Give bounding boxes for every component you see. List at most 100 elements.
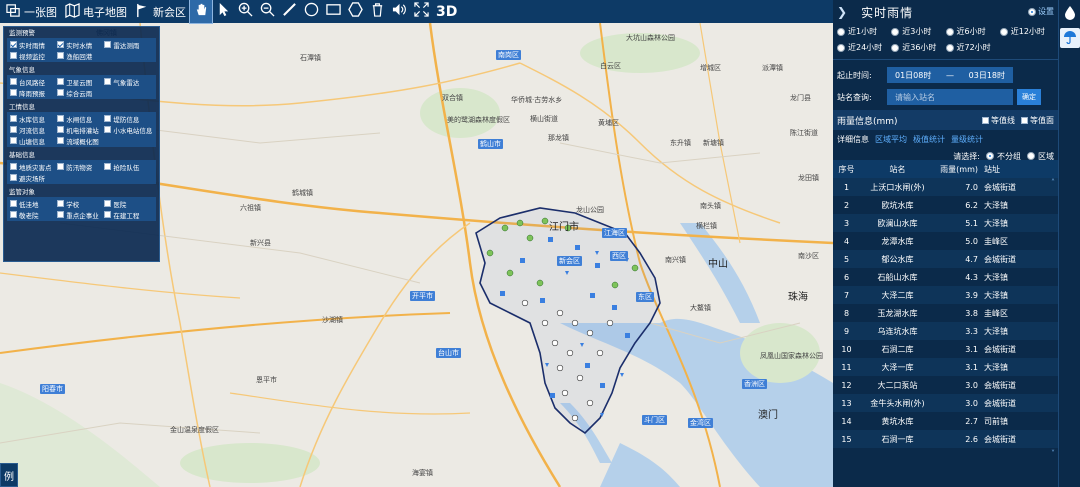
time-range-option[interactable]: 近24小时	[837, 42, 891, 53]
time-range-option[interactable]: 近3小时	[891, 26, 945, 37]
draw-polygon-button[interactable]	[344, 0, 366, 23]
layer-checkbox[interactable]	[10, 78, 17, 85]
layer-item[interactable]: 降雨预报	[10, 88, 57, 97]
layer-item[interactable]: 山塘信息	[10, 136, 57, 145]
layer-checkbox[interactable]	[57, 89, 65, 96]
col-rain[interactable]: 雨量(mm)	[935, 164, 982, 175]
group-none-radio[interactable]	[986, 152, 994, 160]
one-map-button[interactable]: 一张图	[2, 0, 61, 23]
table-row[interactable]: 11 大泽一库 3.1 大泽镇	[833, 358, 1058, 376]
layer-checkbox[interactable]	[10, 89, 17, 96]
pan-tool-button[interactable]	[189, 0, 213, 24]
time-range-option[interactable]: 近12小时	[999, 26, 1054, 37]
time-range-radio[interactable]	[837, 27, 845, 36]
layer-checkbox[interactable]	[57, 211, 65, 218]
table-row[interactable]: 8 玉龙湖水库 3.8 圭峰区	[833, 304, 1058, 322]
fullscreen-button[interactable]	[410, 0, 432, 23]
layer-checkbox[interactable]	[104, 163, 112, 170]
table-row[interactable]: 14 黄坑水库 2.7 司前镇	[833, 412, 1058, 430]
contour-face-checkbox[interactable]	[1021, 116, 1028, 124]
layer-item[interactable]: 综合云雨	[57, 88, 104, 97]
layer-checkbox[interactable]	[104, 41, 112, 48]
table-row[interactable]: 1 上沃口水闸(外) 7.0 会城街道	[833, 178, 1058, 196]
pointer-tool-button[interactable]	[212, 0, 234, 23]
layer-checkbox[interactable]	[104, 126, 112, 133]
layer-item[interactable]: 水库信息	[10, 114, 57, 123]
layer-item[interactable]: 防汛物资	[57, 162, 104, 171]
table-row[interactable]: 7 大泽二库 3.9 大泽镇	[833, 286, 1058, 304]
layer-checkbox[interactable]	[57, 163, 65, 170]
umbrella-button[interactable]	[1060, 28, 1080, 48]
settings-link[interactable]: 设置	[1028, 6, 1054, 17]
group-region-radio[interactable]	[1027, 152, 1035, 160]
layer-checkbox[interactable]	[10, 174, 17, 181]
table-row[interactable]: 13 金牛头水闸(外) 3.0 会城街道	[833, 394, 1058, 412]
info-tab[interactable]: 区域平均	[875, 134, 907, 145]
col-no[interactable]: 序号	[833, 164, 860, 175]
time-range-option[interactable]: 近72小时	[945, 42, 1000, 53]
layer-checkbox[interactable]	[10, 126, 17, 133]
table-row[interactable]: 5 郁公水库 4.7 会城街道	[833, 250, 1058, 268]
layer-checkbox[interactable]	[10, 200, 17, 207]
query-button[interactable]: 确定	[1017, 89, 1041, 105]
layer-checkbox[interactable]	[10, 137, 17, 144]
layer-item[interactable]: 小水电站信息	[104, 125, 152, 134]
layer-item[interactable]: 水闸信息	[57, 114, 104, 123]
time-range-radio[interactable]	[945, 43, 954, 52]
draw-circle-button[interactable]	[300, 0, 322, 23]
layer-checkbox[interactable]	[57, 78, 65, 85]
layer-item[interactable]: 河流信息	[10, 125, 57, 134]
time-range-radio[interactable]	[999, 27, 1008, 36]
time-range-radio[interactable]	[837, 43, 845, 52]
col-name[interactable]: 站名	[860, 164, 935, 175]
col-addr[interactable]: 站址	[982, 164, 1042, 175]
3d-mode-button[interactable]: 3D	[432, 0, 461, 23]
layer-checkbox[interactable]	[10, 52, 17, 59]
table-row[interactable]: 10 石涧二库 3.1 会城街道	[833, 340, 1058, 358]
table-row[interactable]: 9 乌连坑水库 3.3 大泽镇	[833, 322, 1058, 340]
layer-checkbox[interactable]	[104, 115, 112, 122]
table-row[interactable]: 3 欧澜山水库 5.1 大泽镇	[833, 214, 1058, 232]
contour-face-toggle[interactable]: 等值面	[1021, 115, 1054, 126]
table-row[interactable]: 4 龙潭水库 5.0 圭峰区	[833, 232, 1058, 250]
info-tab[interactable]: 详细信息	[837, 134, 869, 145]
station-search-input[interactable]: 请输入站名	[887, 89, 1013, 105]
zoom-out-button[interactable]	[256, 0, 278, 23]
table-scrollbar[interactable]: ˄ ˅	[1048, 178, 1058, 468]
info-tab[interactable]: 量级统计	[951, 134, 983, 145]
collapse-chevron-icon[interactable]: ❯	[837, 5, 847, 19]
layer-item[interactable]: 抢险队伍	[104, 162, 151, 171]
draw-rectangle-button[interactable]	[322, 0, 344, 23]
time-range-input[interactable]: 01日08时 — 03日18时	[887, 67, 1013, 83]
layer-item[interactable]: 实时雨情	[10, 40, 57, 49]
layer-item[interactable]: 视频监控	[10, 51, 57, 60]
table-row[interactable]: 2 欧坑水库 6.2 大泽镇	[833, 196, 1058, 214]
layer-item[interactable]: 流域概化图	[57, 136, 104, 145]
time-range-option[interactable]: 近1小时	[837, 26, 891, 37]
info-tab[interactable]: 极值统计	[913, 134, 945, 145]
time-range-radio[interactable]	[945, 27, 954, 36]
measure-button[interactable]	[278, 0, 300, 23]
district-button[interactable]: 新会区	[131, 0, 190, 23]
rain-drop-button[interactable]	[1060, 4, 1080, 24]
layer-checkbox[interactable]	[10, 41, 17, 48]
legend-button[interactable]: 例	[0, 463, 18, 487]
layer-checkbox[interactable]	[104, 78, 112, 85]
layer-checkbox[interactable]	[10, 163, 17, 170]
time-range-option[interactable]: 近6小时	[945, 26, 1000, 37]
layer-item[interactable]: 雷达测雨	[104, 40, 151, 49]
contour-line-toggle[interactable]: 等值线	[982, 115, 1015, 126]
layer-checkbox[interactable]	[10, 115, 17, 122]
scroll-down-icon[interactable]: ˅	[1048, 449, 1058, 458]
layer-item[interactable]: 学校	[57, 199, 104, 208]
table-row[interactable]: 12 大二口泵站 3.0 会城街道	[833, 376, 1058, 394]
layer-checkbox[interactable]	[57, 137, 65, 144]
audio-button[interactable]	[388, 0, 410, 23]
layer-item[interactable]: 重点企事业	[57, 210, 104, 219]
zoom-in-button[interactable]	[234, 0, 256, 23]
time-range-option[interactable]: 近36小时	[891, 42, 945, 53]
layer-checkbox[interactable]	[57, 200, 65, 207]
table-row[interactable]: 6 石船山水库 4.3 大泽镇	[833, 268, 1058, 286]
layer-item[interactable]: 医院	[104, 199, 151, 208]
time-range-radio[interactable]	[891, 27, 900, 36]
